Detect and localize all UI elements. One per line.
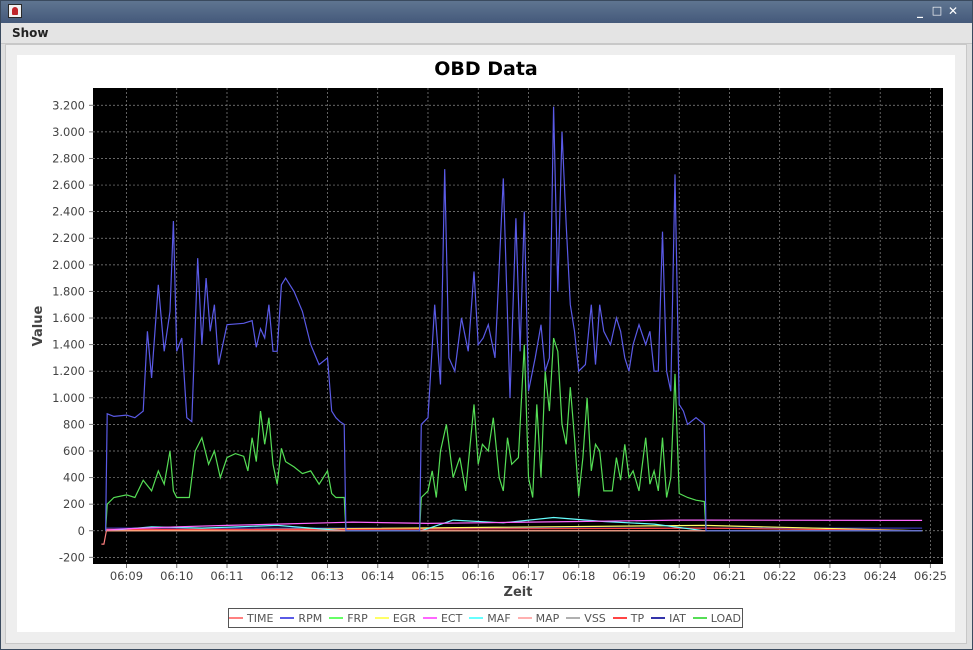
x-tick-label: 06:15 (411, 569, 444, 583)
legend-swatch (612, 617, 627, 619)
legend-label: TP (630, 611, 645, 625)
legend-label: TIME (247, 611, 274, 625)
x-axis-label: Zeit (504, 585, 533, 600)
legend-label: MAP (535, 611, 560, 625)
y-tick-label: 1.000 (52, 391, 85, 405)
y-axis: -200 0 200 400 600 800 1.000 1.200 1.400 1.600 1.8… (52, 98, 93, 564)
x-tick-label: 06:19 (612, 569, 645, 583)
legend-item-maf: MAF (469, 611, 511, 625)
x-tick-label: 06:18 (562, 569, 595, 583)
y-tick-label: -200 (59, 550, 85, 564)
y-tick-label: 1.600 (52, 311, 85, 325)
x-tick-label: 06:24 (864, 569, 897, 583)
chart-legend: TIME RPM FRP EGR ECT MAF MAP VSS TP IAT LOAD (228, 608, 743, 628)
legend-item-iat: IAT (651, 612, 686, 625)
legend-label: MAF (487, 611, 511, 625)
legend-item-load: LOAD (692, 611, 741, 625)
legend-swatch (566, 617, 581, 619)
y-axis-label: Value (31, 305, 46, 346)
x-tick-label: 06:13 (311, 569, 344, 583)
y-tick-label: 0 (78, 524, 85, 538)
x-tick-label: 06:10 (160, 569, 193, 583)
y-tick-label: 2.200 (52, 231, 85, 245)
y-tick-label: 1.200 (52, 364, 85, 378)
chart-title: OBD Data (434, 58, 538, 80)
legend-label: IAT (669, 611, 686, 625)
y-tick-label: 2.400 (52, 205, 85, 219)
legend-item-map: MAP (517, 611, 560, 625)
legend-item-frp: FRP (329, 612, 368, 625)
plot-area (93, 88, 943, 564)
x-tick-label: 06:21 (713, 569, 746, 583)
y-tick-label: 3.200 (52, 98, 85, 112)
x-tick-label: 06:17 (512, 569, 545, 583)
legend-item-vss: VSS (566, 612, 606, 625)
legend-swatch (422, 617, 437, 619)
x-tick-label: 06:22 (763, 569, 796, 583)
legend-label: RPM (298, 611, 323, 625)
y-tick-label: 800 (63, 417, 85, 431)
legend-label: FRP (347, 611, 368, 625)
legend-item-ect: ECT (422, 611, 463, 625)
x-tick-label: 06:25 (914, 569, 947, 583)
legend-item-egr: EGR (374, 611, 416, 625)
x-tick-label: 06:16 (462, 569, 495, 583)
legend-swatch (374, 617, 389, 619)
legend-swatch (469, 617, 484, 619)
obd-chart: OBD Data -200 0 200 400 600 800 1.000 1.200 1.40… (31, 58, 947, 600)
legend-swatch (280, 617, 295, 619)
legend-label: LOAD (710, 611, 741, 625)
legend-swatch (651, 617, 666, 619)
x-tick-label: 06:20 (663, 569, 696, 583)
y-tick-label: 1.800 (52, 284, 85, 298)
y-tick-label: 600 (63, 444, 85, 458)
legend-swatch (329, 617, 344, 619)
x-tick-label: 06:09 (110, 569, 143, 583)
y-tick-label: 2.800 (52, 151, 85, 165)
y-tick-label: 2.600 (52, 178, 85, 192)
y-tick-label: 3.000 (52, 125, 85, 139)
y-tick-label: 200 (63, 497, 85, 511)
legend-label: ECT (440, 611, 463, 625)
y-tick-label: 2.000 (52, 258, 85, 272)
legend-swatch (692, 617, 707, 619)
x-axis: 06:09 06:10 06:11 06:12 06:13 06:14 06:15 06:16… (110, 564, 947, 583)
legend-item-rpm: RPM (280, 612, 322, 625)
y-tick-label: 400 (63, 471, 85, 485)
legend-label: EGR (392, 611, 416, 625)
x-tick-label: 06:14 (361, 569, 394, 583)
legend-item-time: TIME (229, 612, 273, 625)
legend-swatch (229, 617, 244, 619)
y-tick-label: 1.400 (52, 338, 85, 352)
x-tick-label: 06:23 (813, 569, 846, 583)
legend-label: VSS (584, 611, 606, 625)
legend-item-tp: TP (612, 611, 645, 625)
legend-swatch (517, 617, 532, 619)
x-tick-label: 06:12 (261, 569, 294, 583)
x-tick-label: 06:11 (210, 569, 243, 583)
